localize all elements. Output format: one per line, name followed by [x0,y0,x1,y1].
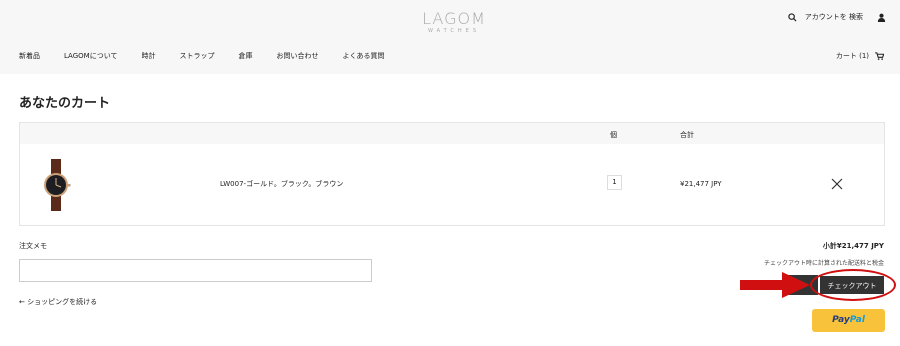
nav-item-contact[interactable]: お問い合わせ [277,51,319,61]
nav-item-straps[interactable]: ストラップ [180,51,215,61]
paypal-text-pay: Pay [832,315,850,325]
continue-shopping-link[interactable]: ← ショッピングを続ける [19,297,97,307]
nav-item-faq[interactable]: よくある質問 [343,51,385,61]
logo-main-text: LAGOM [422,9,486,28]
line-price: ¥21,477 JPY [680,180,722,188]
header-qty: 個 [610,131,617,139]
header-utilities: アカウントを 検索 [788,12,886,22]
table-header: 個 合計 [20,123,884,144]
site-header: LAGOM WATCHES アカウントを 検索 新着品 LAGOMについて 時計… [0,0,900,74]
page-title: あなたのカート [19,96,111,111]
paypal-button[interactable]: PayPal [812,309,885,332]
order-note-field[interactable] [19,259,372,282]
user-icon[interactable] [877,13,886,22]
tax-note: チェックアウト時に計算された配送料と税金 [763,260,884,267]
account-search-link[interactable]: アカウントを 検索 [805,12,863,22]
main-nav: 新着品 LAGOMについて 時計 ストラップ 倉庫 お問い合わせ よくある質問 [19,51,409,61]
nav-item-new[interactable]: 新着品 [19,51,40,61]
product-name-link[interactable]: LW007-ゴールド。ブラック。ブラウン [220,179,343,189]
cart-link[interactable]: カート (1) [836,51,884,61]
search-icon[interactable] [788,12,797,22]
nav-item-watches[interactable]: 時計 [142,51,156,61]
order-note-label: 注文メモ [19,242,47,250]
paypal-text-pal: Pal [849,315,865,325]
header-total: 合計 [680,131,694,139]
checkout-button[interactable]: チェックアウト [819,275,885,295]
subtotal: 小計¥21,477 JPY [822,242,884,250]
quantity-input[interactable]: 1 [607,175,622,190]
cart-link-label: カート (1) [835,52,869,60]
logo-sub-text: WATCHES [427,28,481,34]
nav-item-warehouse[interactable]: 倉庫 [239,51,253,61]
cart-table: 個 合計 LW007-ゴールド。ブラック。ブラウン 1 ¥21,477 JPY [19,122,885,226]
close-icon[interactable] [831,178,843,190]
cart-icon [875,52,884,60]
annotation-arrow-icon [740,272,810,298]
site-logo[interactable]: LAGOM WATCHES [421,10,487,36]
nav-item-about[interactable]: LAGOMについて [64,51,118,61]
product-image[interactable] [38,159,74,211]
